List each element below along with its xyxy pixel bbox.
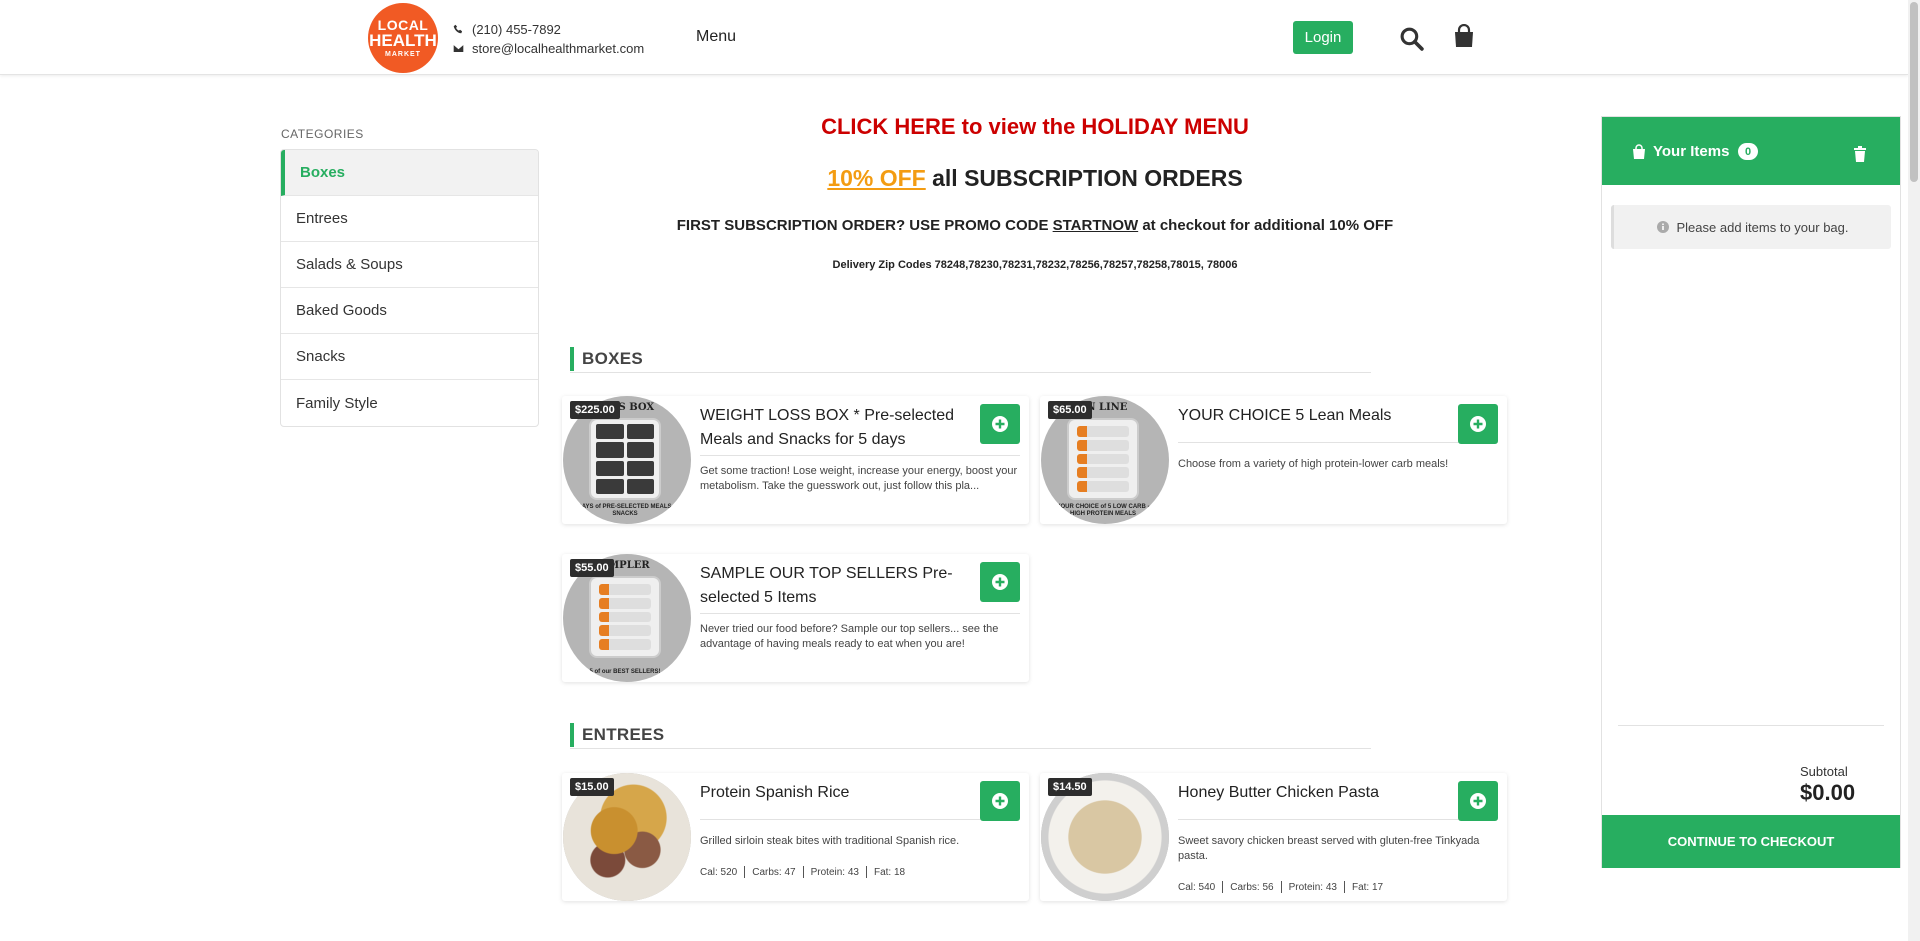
- product-title[interactable]: YOUR CHOICE 5 Lean Meals: [1178, 404, 1448, 428]
- product-card[interactable]: LOSS BOX 5 DAYS of PRE-SELECTED MEALS & …: [562, 396, 1029, 524]
- promo-code: STARTNOW: [1052, 217, 1139, 234]
- price-badge: $65.00: [1048, 401, 1092, 419]
- product-title[interactable]: SAMPLE OUR TOP SELLERS Pre-selected 5 It…: [700, 562, 970, 610]
- delivery-zip-codes: Delivery Zip Codes 78248,78230,78231,782…: [832, 259, 1238, 271]
- section-heading-entrees: ENTREES: [570, 723, 1371, 749]
- plus-circle-icon: [992, 793, 1008, 809]
- site-logo[interactable]: LOCAL HEALTH MARKET: [368, 3, 438, 73]
- product-description: Choose from a variety of high protein-lo…: [1178, 458, 1449, 470]
- plus-circle-icon: [1470, 416, 1486, 432]
- section-heading-boxes: BOXES: [570, 347, 1371, 373]
- nutrition-facts: Cal: 540 Carbs: 56 Protein: 43 Fat: 17: [1178, 881, 1384, 893]
- nutrition-facts: Cal: 520 Carbs: 47 Protein: 43 Fat: 18: [700, 866, 906, 878]
- category-baked-goods[interactable]: Baked Goods: [281, 288, 538, 334]
- category-family-style[interactable]: Family Style: [281, 380, 538, 426]
- product-card[interactable]: AMPLER 5 of our BEST SELLERS! $55.00 SAM…: [562, 554, 1029, 682]
- plus-circle-icon: [1470, 793, 1486, 809]
- categories-title: CATEGORIES: [281, 127, 364, 141]
- add-to-cart-button[interactable]: [1458, 781, 1498, 821]
- add-to-cart-button[interactable]: [1458, 404, 1498, 444]
- menu-link[interactable]: Menu: [696, 28, 736, 46]
- site-header: LOCAL HEALTH MARKET (210) 455-7892 store…: [0, 0, 1908, 75]
- subscription-banner: 10% OFF all SUBSCRIPTION ORDERS: [827, 165, 1243, 191]
- add-to-cart-button[interactable]: [980, 562, 1020, 602]
- shopping-bag-icon[interactable]: [1453, 24, 1475, 48]
- product-title[interactable]: WEIGHT LOSS BOX * Pre-selected Meals and…: [700, 404, 970, 452]
- shopping-bag-icon: [1633, 144, 1645, 159]
- category-salads-soups[interactable]: Salads & Soups: [281, 242, 538, 288]
- trash-icon[interactable]: [1853, 146, 1867, 162]
- search-icon[interactable]: [1399, 26, 1424, 51]
- product-card[interactable]: $14.50 Honey Butter Chicken Pasta Sweet …: [1040, 773, 1507, 901]
- holiday-menu-link[interactable]: CLICK HERE to view the HOLIDAY MENU: [540, 114, 1530, 140]
- product-title[interactable]: Honey Butter Chicken Pasta: [1178, 781, 1448, 805]
- product-description: Sweet savory chicken breast served with …: [1178, 835, 1480, 862]
- cart-panel: Your Items 0 Please add items to your ba…: [1601, 116, 1901, 868]
- add-to-cart-button[interactable]: [980, 404, 1020, 444]
- scrollbar-thumb[interactable]: [1910, 2, 1918, 182]
- cart-title: Your Items: [1653, 143, 1730, 160]
- plus-circle-icon: [992, 416, 1008, 432]
- info-icon: [1656, 221, 1669, 233]
- category-entrees[interactable]: Entrees: [281, 196, 538, 242]
- contact-info: (210) 455-7892 store@localhealthmarket.c…: [453, 20, 644, 58]
- plus-circle-icon: [992, 574, 1008, 590]
- continue-to-checkout-button[interactable]: CONTINUE TO CHECKOUT: [1602, 815, 1900, 868]
- product-card[interactable]: AN LINE YOUR CHOICE of 5 LOW CARB - HIGH…: [1040, 396, 1507, 524]
- subtotal-value: $0.00: [1800, 780, 1856, 805]
- login-button[interactable]: Login: [1293, 21, 1353, 54]
- category-snacks[interactable]: Snacks: [281, 334, 538, 380]
- price-badge: $14.50: [1048, 778, 1092, 796]
- email-address[interactable]: store@localhealthmarket.com: [472, 41, 644, 56]
- product-card[interactable]: $15.00 Protein Spanish Rice Grilled sirl…: [562, 773, 1029, 901]
- cart-header: Your Items 0: [1602, 117, 1900, 185]
- product-description: Get some traction! Lose weight, increase…: [700, 465, 1018, 492]
- phone-number[interactable]: (210) 455-7892: [472, 22, 561, 37]
- subscription-discount-link[interactable]: 10% OFF: [827, 165, 925, 191]
- promo-banner: FIRST SUBSCRIPTION ORDER? USE PROMO CODE…: [676, 217, 1394, 234]
- product-description: Never tried our food before? Sample our …: [700, 623, 999, 650]
- category-boxes[interactable]: Boxes: [281, 150, 538, 196]
- product-title[interactable]: Protein Spanish Rice: [700, 781, 970, 805]
- phone-icon: [453, 24, 463, 34]
- price-badge: $55.00: [570, 559, 614, 577]
- categories-list: Boxes Entrees Salads & Soups Baked Goods…: [280, 149, 539, 427]
- cart-empty-message: Please add items to your bag.: [1611, 205, 1891, 249]
- price-badge: $225.00: [570, 401, 620, 419]
- product-description: Grilled sirloin steak bites with traditi…: [700, 835, 960, 847]
- add-to-cart-button[interactable]: [980, 781, 1020, 821]
- mail-icon: [453, 45, 464, 52]
- cart-count-badge: 0: [1738, 143, 1758, 160]
- price-badge: $15.00: [570, 778, 614, 796]
- subtotal-label: Subtotal: [1800, 764, 1848, 779]
- page-scrollbar[interactable]: [1908, 0, 1920, 941]
